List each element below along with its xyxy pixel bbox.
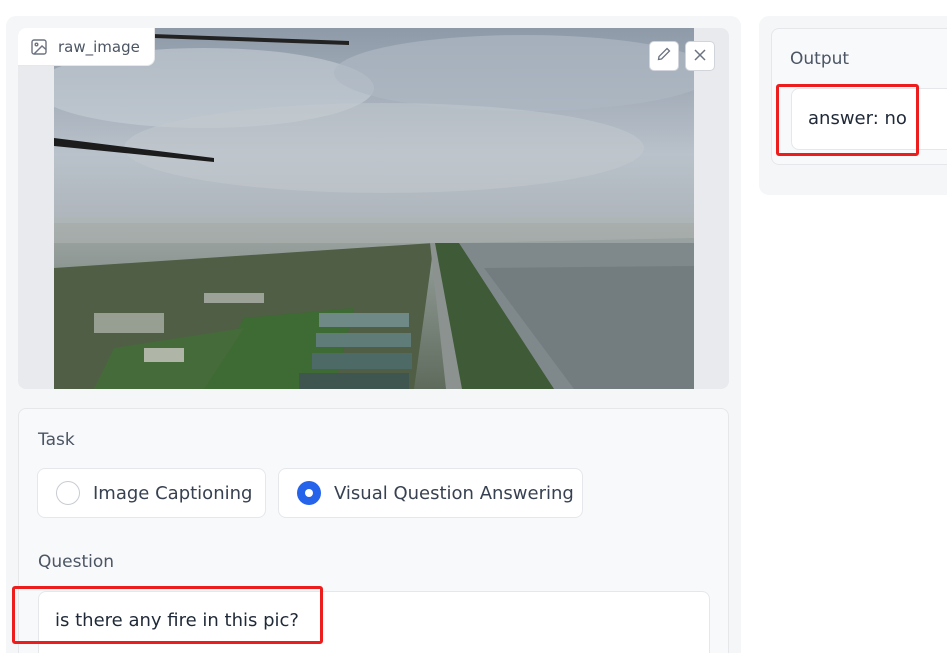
pencil-icon xyxy=(656,46,672,66)
edit-image-button[interactable] xyxy=(649,41,679,71)
output-textbox[interactable]: answer: no xyxy=(791,88,947,150)
radio-circle[interactable] xyxy=(56,481,80,505)
image-upload-area[interactable]: raw_image xyxy=(18,28,729,389)
aerial-photo xyxy=(54,28,694,389)
radio-label: Image Captioning xyxy=(93,482,253,504)
clear-image-button[interactable] xyxy=(685,41,715,71)
radio-label: Visual Question Answering xyxy=(334,482,574,504)
output-section: Output answer: no xyxy=(771,28,947,165)
radio-visual-question-answering[interactable]: Visual Question Answering xyxy=(278,468,583,518)
output-label: Output xyxy=(790,49,850,69)
question-input[interactable]: is there any fire in this pic? xyxy=(38,591,710,653)
close-icon xyxy=(693,47,707,66)
image-label-text: raw_image xyxy=(58,37,140,56)
radio-circle-selected[interactable] xyxy=(297,481,321,505)
image-icon xyxy=(30,38,48,56)
task-selector: Task Image Captioning Visual Question An… xyxy=(18,408,729,533)
image-label-badge: raw_image xyxy=(18,28,155,66)
radio-image-captioning[interactable]: Image Captioning xyxy=(37,468,266,518)
question-label: Question xyxy=(38,552,115,572)
task-label: Task xyxy=(38,430,75,450)
question-section: Question is there any fire in this pic? xyxy=(18,532,729,653)
